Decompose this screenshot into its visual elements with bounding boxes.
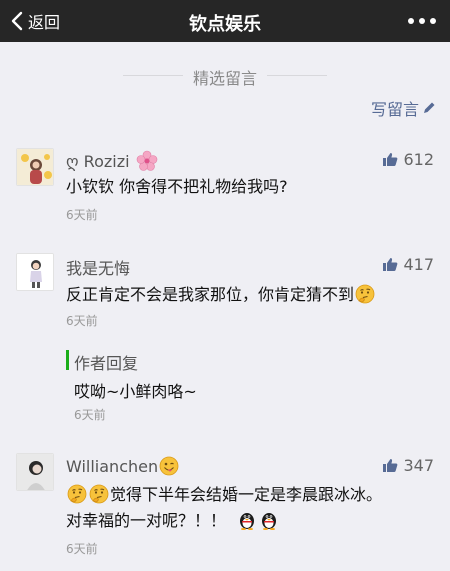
avatar[interactable] [16, 148, 54, 186]
comment-text: 反正肯定不会是我家那位，你肯定猜不到 [66, 285, 355, 304]
divider-right [267, 75, 327, 76]
penguin-icon [262, 513, 277, 530]
like-button[interactable]: 417 [382, 255, 434, 274]
comment-nickname-row: ღ Rozizi [66, 150, 159, 172]
nav-bar: 返回 钦点娱乐 [0, 0, 450, 42]
comment-nickname: Willianchen [66, 456, 159, 476]
author-reply-time: 6天前 [74, 408, 106, 422]
thumbs-up-icon [383, 459, 398, 472]
thinking-face-icon [355, 284, 375, 304]
like-count: 347 [403, 456, 434, 475]
winking-tongue-face-icon [159, 456, 179, 476]
avatar[interactable] [16, 253, 54, 291]
comment-text-line-1: 觉得下半年会结婚一定是李晨跟冰冰。 [110, 485, 383, 504]
section-header: 精选留言 [0, 62, 450, 88]
like-count: 612 [403, 150, 434, 169]
more-options-icon[interactable] [408, 13, 436, 29]
write-comment-label: 写留言 [370, 100, 419, 119]
comment-text-line-2: 对幸福的一对呢？！！ [66, 511, 227, 530]
comment-line-2: 对幸福的一对呢？！！ [66, 508, 436, 534]
thinking-face-icon [89, 484, 109, 504]
comment-time: 6天前 [66, 542, 98, 556]
comment-nickname: ღ Rozizi [66, 151, 130, 171]
penguin-icon [240, 513, 255, 530]
author-reply-content: 哎呦~小鲜肉咯~ [74, 382, 197, 401]
pencil-icon [424, 102, 435, 113]
comment-time: 6天前 [66, 314, 98, 328]
like-count: 417 [403, 255, 434, 274]
comment-time: 6天前 [66, 208, 98, 222]
thinking-face-icon [67, 484, 87, 504]
section-title: 精选留言 [192, 69, 257, 88]
author-reply-label: 作者回复 [74, 354, 139, 373]
comment-content: 反正肯定不会是我家那位，你肯定猜不到 [66, 282, 436, 308]
cherry-blossom-icon [136, 150, 157, 171]
comment-line-1: 觉得下半年会结婚一定是李晨跟冰冰。 [66, 482, 436, 508]
write-comment-button[interactable]: 写留言 [371, 96, 436, 120]
avatar[interactable] [16, 453, 54, 491]
comment-nickname: 我是无悔 [66, 259, 131, 278]
page-title: 钦点娱乐 [189, 14, 261, 35]
reply-accent-bar [66, 350, 69, 370]
comment-content: 小钦钦 你舍得不把礼物给我吗? [66, 177, 288, 196]
comment-nickname-row: Willianchen [66, 456, 180, 476]
comment-content: 觉得下半年会结婚一定是李晨跟冰冰。 对幸福的一对呢？！！ [66, 482, 436, 534]
thumbs-up-icon [383, 153, 398, 166]
thumbs-up-icon [383, 258, 398, 271]
like-button[interactable]: 347 [382, 456, 434, 475]
like-button[interactable]: 612 [382, 150, 434, 169]
